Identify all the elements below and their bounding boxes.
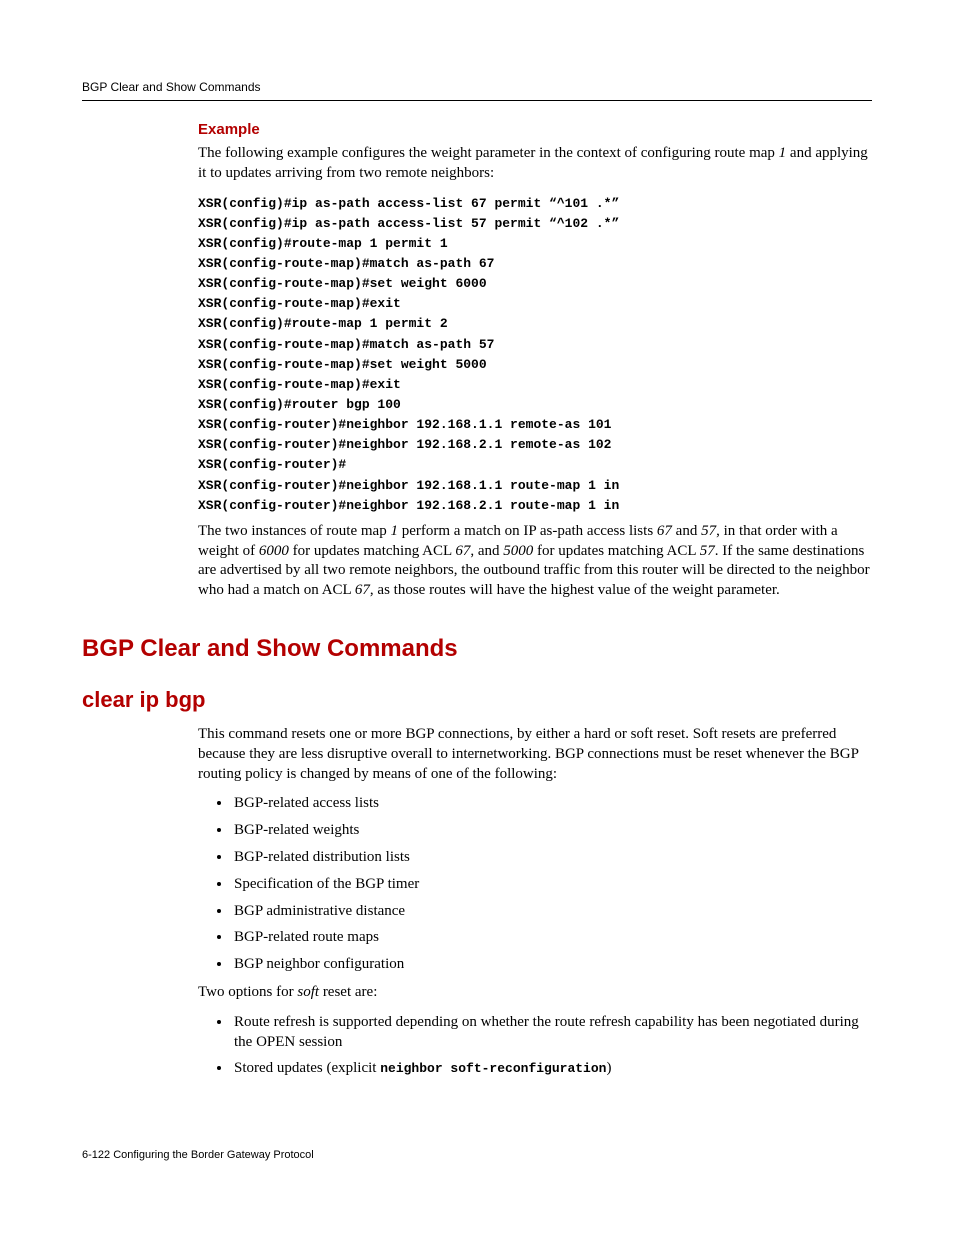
text: Stored updates (explicit [234, 1060, 380, 1076]
val: 6000 [259, 543, 289, 559]
list-item: Route refresh is supported depending on … [232, 1013, 872, 1053]
example-heading: Example [198, 121, 872, 138]
text: for updates matching ACL [289, 543, 456, 559]
text: and [672, 523, 701, 539]
page-footer: 6-122 Configuring the Border Gateway Pro… [82, 1149, 872, 1161]
val: 67 [657, 523, 672, 539]
text: Two options for [198, 984, 297, 1000]
val: 67 [455, 543, 470, 559]
val: 57 [700, 543, 715, 559]
command-intro: This command resets one or more BGP conn… [198, 725, 872, 784]
reset-conditions-list: BGP-related access lists BGP-related wei… [198, 794, 872, 975]
soft-em: soft [297, 984, 319, 1000]
text: ) [606, 1060, 611, 1076]
list-item: BGP-related access lists [232, 794, 872, 814]
val: 1 [390, 523, 398, 539]
list-item: BGP administrative distance [232, 902, 872, 922]
list-item: BGP neighbor configuration [232, 955, 872, 975]
text: The following example configures the wei… [198, 145, 779, 161]
text: The two instances of route map [198, 523, 390, 539]
inline-code: neighbor soft-reconfiguration [380, 1061, 606, 1076]
text: , and [470, 543, 503, 559]
section-heading: BGP Clear and Show Commands [82, 635, 872, 663]
example-code: XSR(config)#ip as-path access-list 67 pe… [198, 194, 872, 516]
text: , as those routes will have the highest … [370, 582, 780, 598]
text: perform a match on IP as-path access lis… [398, 523, 657, 539]
list-item: BGP-related weights [232, 821, 872, 841]
running-head: BGP Clear and Show Commands [82, 80, 872, 101]
list-item: BGP-related distribution lists [232, 848, 872, 868]
val: 57 [701, 523, 716, 539]
list-item: BGP-related route maps [232, 928, 872, 948]
text: for updates matching ACL [533, 543, 700, 559]
example-intro: The following example configures the wei… [198, 144, 872, 184]
list-item: Stored updates (explicit neighbor soft-r… [232, 1059, 872, 1079]
command-body: This command resets one or more BGP conn… [198, 725, 872, 1079]
val: 67 [355, 582, 370, 598]
example-block: Example The following example configures… [198, 121, 872, 601]
val: 5000 [503, 543, 533, 559]
page: BGP Clear and Show Commands Example The … [0, 0, 954, 1201]
text: reset are: [319, 984, 377, 1000]
example-post-text: The two instances of route map 1 perform… [198, 522, 872, 601]
soft-reset-intro: Two options for soft reset are: [198, 983, 872, 1003]
soft-reset-options-list: Route refresh is supported depending on … [198, 1013, 872, 1079]
command-heading: clear ip bgp [82, 687, 872, 713]
list-item: Specification of the BGP timer [232, 875, 872, 895]
